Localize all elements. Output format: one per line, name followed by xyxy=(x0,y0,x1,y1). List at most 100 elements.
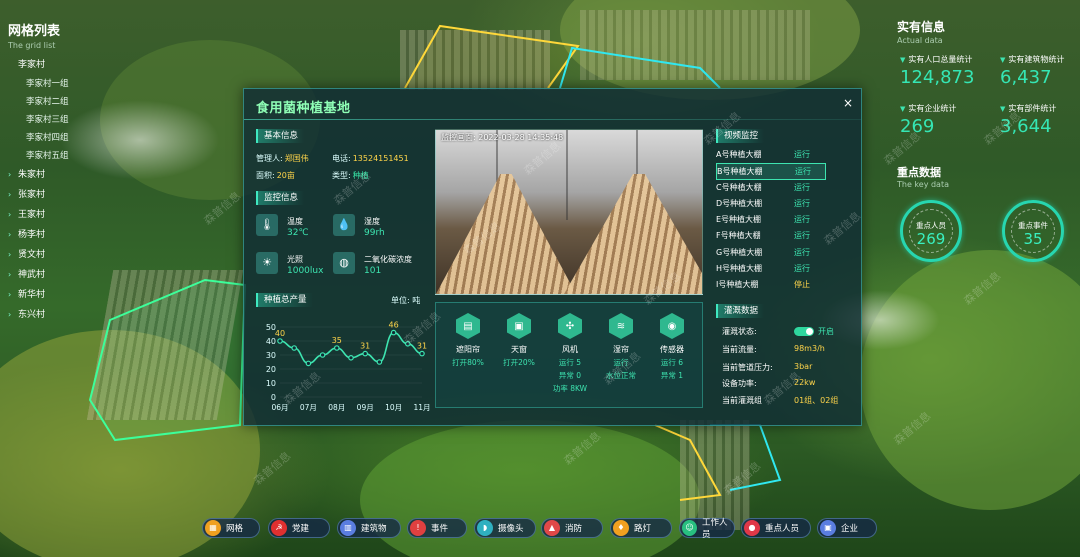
device-status: 运行 xyxy=(613,358,629,367)
layer-button-label: 消防 xyxy=(565,524,583,534)
layer-button[interactable]: ! 事件 xyxy=(407,518,467,538)
layer-button[interactable]: ☭ 党建 xyxy=(268,518,330,538)
temperature-label: 温度 xyxy=(287,217,303,226)
data-label: 35 xyxy=(332,336,342,345)
stat-bullet-icon: ▼ xyxy=(1000,105,1006,113)
greenhouse-name: H号种植大棚 xyxy=(716,264,763,274)
village-item[interactable]: › 贤文村 xyxy=(8,245,118,265)
stat-label: 实有人口总量统计 xyxy=(908,55,973,64)
sensor-icon: ◉ xyxy=(660,313,684,339)
building-icon: ▥ xyxy=(340,520,356,536)
stat-value: 124,873 xyxy=(900,67,975,88)
data-point xyxy=(348,354,354,361)
key-persons-ring[interactable]: 重点人员 269 xyxy=(900,200,962,262)
wet-curtain-icon: ≋ xyxy=(609,313,633,339)
greenhouse-item[interactable]: C号种植大棚 运行 xyxy=(716,180,826,196)
stat-label: 实有部件统计 xyxy=(1008,104,1057,113)
layer-button[interactable]: ▥ 建筑物 xyxy=(337,518,401,538)
village-list: 李家村 李家村一组 李家村二组 李家村三组 李家村四组 李家村五组 › 朱家村 › 张家村 › 王家村… xyxy=(8,56,118,325)
layer-button[interactable]: ▦ 网格 xyxy=(202,518,260,538)
greenhouse-item[interactable]: F号种植大棚 运行 xyxy=(716,228,826,244)
village-item[interactable]: › 神武村 xyxy=(8,265,118,285)
light-label: 光照 xyxy=(287,255,303,264)
greenhouse-item[interactable]: D号种植大棚 运行 xyxy=(716,196,826,212)
window-icon: ▣ xyxy=(507,313,531,339)
camera-icon: ◗ xyxy=(477,520,493,536)
data-point xyxy=(277,338,283,344)
layer-button-label: 事件 xyxy=(431,524,449,534)
layer-button[interactable]: ▲ 消防 xyxy=(541,518,603,538)
manager-field: 管理人: 郑国伟 xyxy=(256,154,309,163)
layer-toggle-bar: ▦ 网格 ☭ 党建 ▥ 建筑物! 事件 ◗ 摄像头 ▲ 消防 ♦ 路灯 ☺ 工作人员 ● 重点人员 ▣ 企业 xyxy=(0,518,1080,540)
greenhouse-item[interactable]: G号种植大棚 运行 xyxy=(716,245,826,261)
video-feed[interactable]: 监控画面: 2022-03-28 14:35:48 xyxy=(435,129,703,295)
close-icon[interactable]: × xyxy=(843,96,853,110)
layer-button[interactable]: ◗ 摄像头 xyxy=(474,518,536,538)
x-tick-label: 11月 xyxy=(413,403,430,412)
greenhouse-item[interactable]: E号种植大棚 运行 xyxy=(716,212,826,228)
greenhouse-status: 运行 xyxy=(794,231,810,241)
layer-button[interactable]: ▣ 企业 xyxy=(817,518,877,538)
key-events-ring[interactable]: 重点事件 35 xyxy=(1002,200,1064,262)
data-point xyxy=(362,350,369,357)
layer-button[interactable]: ● 重点人员 xyxy=(741,518,811,538)
x-tick-label: 09月 xyxy=(357,403,374,412)
key-person-icon: ● xyxy=(744,520,760,536)
grid-list-title: 网格列表 xyxy=(8,24,61,39)
village-group-item[interactable]: 李家村一组 xyxy=(8,75,118,93)
device-item[interactable]: ✣ 风机 运行 5 异常 0 功率 8KW xyxy=(544,313,596,394)
village-group-item[interactable]: 李家村三组 xyxy=(8,111,118,129)
village-item[interactable]: › 王家村 xyxy=(8,205,118,225)
humidity-value: 99rh xyxy=(364,228,385,238)
layer-button[interactable]: ♦ 路灯 xyxy=(610,518,672,538)
greenhouse-item[interactable]: I号种植大棚 停止 xyxy=(716,277,826,293)
ring-value: 35 xyxy=(1023,230,1043,248)
stat-buildings: ▼ 实有建筑物统计 6,437 xyxy=(1000,54,1080,88)
data-point xyxy=(405,340,411,347)
village-group-item[interactable]: 李家村四组 xyxy=(8,129,118,147)
irrigation-toggle[interactable] xyxy=(794,327,814,336)
actual-data-panel: 实有信息 Actual data xyxy=(897,18,1077,45)
device-name: 天窗 xyxy=(511,345,527,354)
greenhouse-item[interactable]: B号种植大棚 运行 xyxy=(716,163,826,180)
irrigation-group-row: 当前灌溉组 01组、02组 xyxy=(722,396,839,405)
event-icon: ! xyxy=(410,520,426,536)
chevron-right-icon: › xyxy=(8,190,12,199)
greenhouse-item[interactable]: H号种植大棚 运行 xyxy=(716,261,826,277)
device-item[interactable]: ≋ 湿帘运行水位正常 xyxy=(595,313,647,381)
device-status: 水位正常 xyxy=(606,371,636,380)
mushroom-base-dialog: 食用菌种植基地 × 基本信息 管理人: 郑国伟 电话: 13524151451 面积… xyxy=(243,88,862,426)
stat-bullet-icon: ▼ xyxy=(900,105,906,113)
stat-value: 6,437 xyxy=(1000,67,1052,88)
layer-button[interactable]: ☺ 工作人员 xyxy=(679,518,735,540)
x-tick-label: 07月 xyxy=(300,403,317,412)
co2-label: 二氧化碳浓度 xyxy=(364,255,412,264)
village-group-item[interactable]: 李家村二组 xyxy=(8,93,118,111)
village-item[interactable]: › 张家村 xyxy=(8,185,118,205)
greenhouse-status: 运行 xyxy=(795,167,811,177)
device-name: 湿帘 xyxy=(613,345,629,354)
device-item[interactable]: ◉ 传感器 运行 6 异常 1 xyxy=(646,313,698,381)
village-item[interactable]: › 东兴村 xyxy=(8,305,118,325)
device-item[interactable]: ▣ 天窗 打开20% xyxy=(493,313,545,368)
irrigation-status-row: 灌溉状态: 开启 xyxy=(722,327,834,336)
production-line-chart: 0102030405006月 07月 08月 09月 10月 11月4035314631 xyxy=(266,321,430,412)
device-status: 打开80% xyxy=(452,358,484,367)
stat-value: 3,644 xyxy=(1000,116,1052,137)
device-item[interactable]: ▤ 遮阳帘 打开80% xyxy=(442,313,494,368)
village-item[interactable]: 李家村 xyxy=(8,56,118,75)
village-item[interactable]: › 杨李村 xyxy=(8,225,118,245)
layer-button-label: 党建 xyxy=(292,524,310,534)
village-item[interactable]: › 新华村 xyxy=(8,285,118,305)
village-group-item[interactable]: 李家村五组 xyxy=(8,147,118,165)
village-item[interactable]: › 朱家村 xyxy=(8,165,118,185)
greenhouse-name: A号种植大棚 xyxy=(716,150,762,159)
layer-button-label: 路灯 xyxy=(634,524,652,534)
chevron-right-icon: › xyxy=(8,250,12,259)
greenhouse-item[interactable]: A号种植大棚 运行 xyxy=(716,147,826,163)
greenhouse-name: G号种植大棚 xyxy=(716,247,763,257)
monitor-info-heading: 监控信息 xyxy=(256,191,305,205)
droplet-icon: 💧 xyxy=(333,214,355,236)
layer-button-label: 重点人员 xyxy=(765,524,800,534)
lamp-icon: ♦ xyxy=(613,520,629,536)
